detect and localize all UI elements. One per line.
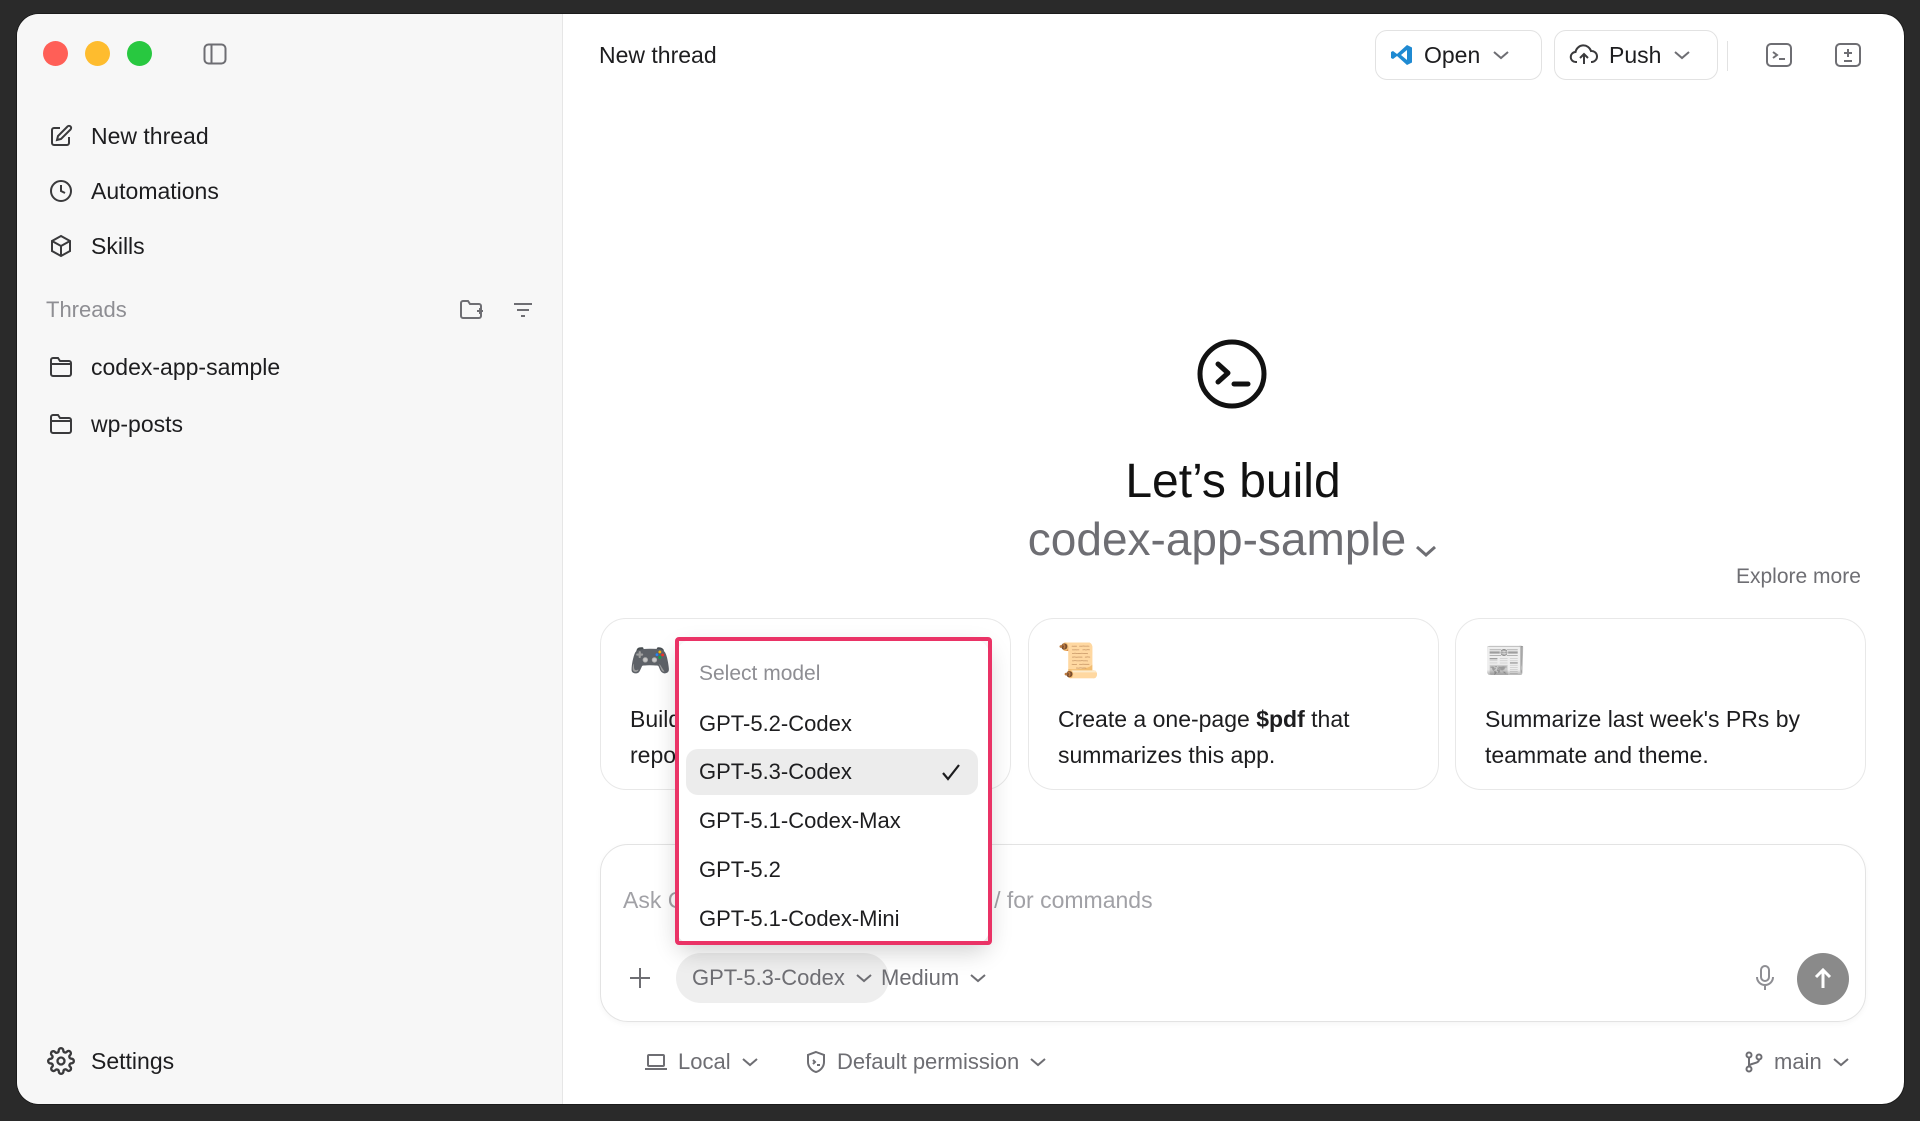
model-selector-button[interactable]: GPT-5.3-Codex: [676, 953, 889, 1003]
toolbar-divider: [1727, 41, 1728, 71]
push-button[interactable]: Push: [1554, 30, 1718, 80]
chevron-down-icon: [855, 972, 873, 984]
environment-label: Local: [678, 1049, 731, 1074]
explore-more-link[interactable]: Explore more: [1736, 565, 1861, 589]
game-controller-icon: 🎮: [629, 642, 672, 680]
folder-icon: [47, 353, 75, 381]
chevron-down-icon: [1492, 49, 1510, 61]
cloud-upload-icon: [1569, 43, 1599, 67]
sidebar-item-wp-posts[interactable]: wp-posts: [47, 404, 183, 444]
sidebar: New thread Automations Skills Threads co…: [17, 14, 563, 1104]
open-label: Open: [1424, 41, 1481, 68]
sidebar-item-automations[interactable]: Automations: [47, 171, 219, 211]
diff-panel-icon[interactable]: [1834, 41, 1862, 74]
model-option[interactable]: GPT-5.1-Codex-Max: [686, 798, 978, 844]
reasoning-effort-selector[interactable]: Medium: [881, 953, 987, 1003]
open-in-editor-button[interactable]: Open: [1375, 30, 1542, 80]
chevron-down-icon: [741, 1056, 759, 1068]
model-option[interactable]: GPT-5.2-Codex: [686, 701, 978, 747]
laptop-icon: [644, 1052, 668, 1072]
new-folder-icon[interactable]: [459, 298, 485, 327]
chevron-down-icon: [1673, 49, 1691, 61]
sidebar-item-label: New thread: [91, 122, 209, 149]
send-button[interactable]: [1797, 953, 1849, 1005]
permission-label: Default permission: [837, 1049, 1020, 1074]
suggestion-text: Create a one-page $pdf that summarizes t…: [1058, 706, 1350, 768]
sidebar-item-label: Skills: [91, 232, 145, 259]
filter-icon[interactable]: [511, 298, 535, 327]
cube-icon: [47, 232, 75, 260]
sidebar-item-skills[interactable]: Skills: [47, 226, 145, 266]
sidebar-item-codex-app-sample[interactable]: codex-app-sample: [47, 347, 280, 387]
zoom-window-button[interactable]: [127, 41, 152, 66]
gear-icon: [47, 1047, 75, 1075]
folder-icon: [47, 410, 75, 438]
git-branch-icon: [1744, 1050, 1764, 1074]
project-name: codex-app-sample: [1027, 513, 1407, 565]
newspaper-icon: 📰: [1484, 642, 1527, 680]
project-selector[interactable]: codex-app-sample: [562, 512, 1904, 570]
chevron-down-icon: [969, 972, 987, 984]
arrow-up-icon: [1810, 966, 1836, 992]
model-option-selected[interactable]: GPT-5.3-Codex: [686, 749, 978, 795]
settings-button[interactable]: Settings: [47, 1041, 174, 1081]
chevron-down-icon: [1832, 1056, 1850, 1068]
sidebar-toggle-icon[interactable]: [203, 43, 227, 70]
branch-selector[interactable]: main: [1744, 1044, 1850, 1080]
permission-selector[interactable]: Default permission: [805, 1044, 1047, 1080]
model-dropdown-menu: Select model GPT-5.2-Codex GPT-5.3-Codex…: [677, 640, 989, 944]
environment-selector[interactable]: Local: [644, 1044, 759, 1080]
chevron-down-icon: [1029, 1056, 1047, 1068]
close-window-button[interactable]: [43, 41, 68, 66]
shield-icon: [805, 1050, 827, 1074]
pencil-square-icon: [47, 122, 75, 150]
microphone-icon[interactable]: [1753, 964, 1777, 997]
sidebar-item-label: wp-posts: [91, 410, 184, 437]
terminal-toggle-icon[interactable]: [1765, 41, 1793, 74]
suggestion-card[interactable]: 📜 Create a one-page $pdf that summarizes…: [1028, 618, 1439, 790]
push-label: Push: [1609, 41, 1662, 68]
branch-label: main: [1774, 1049, 1822, 1074]
model-option[interactable]: GPT-5.1-Codex-Mini: [686, 896, 978, 942]
scroll-icon: 📜: [1057, 642, 1100, 680]
model-label: GPT-5.3-Codex: [692, 965, 845, 990]
effort-label: Medium: [881, 965, 960, 990]
checkmark-icon: [940, 761, 962, 783]
chevron-down-icon: [1414, 516, 1438, 570]
settings-label: Settings: [91, 1047, 175, 1074]
dropdown-header: Select model: [699, 662, 821, 685]
model-option[interactable]: GPT-5.2: [686, 847, 978, 893]
clock-icon: [47, 177, 75, 205]
suggestion-text: Summarize last week's PRs by teammate an…: [1485, 706, 1800, 768]
minimize-window-button[interactable]: [85, 41, 110, 66]
codex-terminal-icon: [1196, 338, 1268, 415]
add-attachment-icon[interactable]: [627, 965, 653, 996]
sidebar-item-label: Automations: [91, 177, 219, 204]
page-title: New thread: [599, 42, 717, 68]
suggestion-card[interactable]: 📰 Summarize last week's PRs by teammate …: [1455, 618, 1866, 790]
sidebar-item-label: codex-app-sample: [91, 353, 281, 380]
vscode-icon: [1390, 43, 1414, 67]
threads-section-title: Threads: [46, 297, 127, 322]
hero-title: Let’s build: [1125, 455, 1341, 508]
sidebar-item-new-thread[interactable]: New thread: [47, 116, 209, 156]
